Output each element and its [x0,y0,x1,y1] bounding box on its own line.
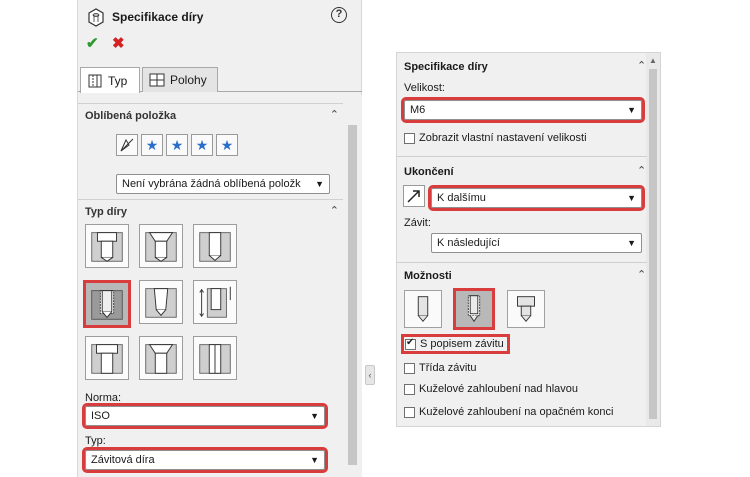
cosmetic-thread-icon[interactable] [453,288,495,330]
save-favorite-icon[interactable]: ★ [191,134,213,156]
property-manager-header: Specifikace díry [86,6,203,28]
near-side-countersink-label: Kuželové zahloubení nad hlavou [419,383,579,395]
far-side-countersink-checkbox-row[interactable]: Kuželové zahloubení na opačném konci [404,406,613,418]
favorite-select-value: Není vybrána žádná oblíbená položk [122,178,301,190]
hole-icon[interactable] [193,224,237,268]
far-side-countersink-checkbox[interactable] [404,406,415,418]
hole-wizard-property-manager: Specifikace díry ? ✔ ✖ Typ Polohy Oblíbe… [77,0,362,477]
favorites-section: Oblíbená položka ⌃ ★ ★ ★ ★ Není vybrána … [78,103,343,198]
hole-type-section: Typ díry ⌃ Norma: ISO ▼ Typ: Závitová dí… [78,199,343,477]
favorites-toolbar: ★ ★ ★ ★ [116,134,238,156]
favorite-select[interactable]: Není vybrána žádná oblíbená položk ▼ [116,174,330,194]
counterbore-icon[interactable] [85,224,129,268]
add-favorite-icon[interactable]: ★ [141,134,163,156]
end-condition-select[interactable]: K dalšímu ▼ [428,185,645,211]
countersink-icon[interactable] [139,224,183,268]
thread-class-checkbox-row[interactable]: Třída závitu [404,362,476,374]
type-select-value: Závitová díra [91,454,155,466]
positions-tab-icon [149,73,165,87]
end-condition-title: Ukončení [404,166,454,178]
countersink-slot-icon[interactable] [139,336,183,380]
thread-select-value: K následující [437,237,500,249]
custom-size-label: Zobrazit vlastní nastavení velikosti [419,132,587,144]
property-manager-body: Oblíbená položka ⌃ ★ ★ ★ ★ Není vybrána … [78,95,343,477]
load-favorite-icon[interactable]: ★ [216,134,238,156]
hole-specification-panel: ▲ Specifikace díry ⌃ Velikost: M6 ▼ Zobr… [396,52,661,427]
tab-type-label: Typ [108,73,128,88]
ok-button[interactable]: ✔ [86,34,99,52]
remove-thread-icon[interactable] [507,290,545,328]
straight-tap-icon[interactable] [83,280,131,328]
standard-select-value: ISO [91,410,110,422]
chevron-up-icon[interactable]: ⌃ [637,164,646,177]
section-divider [397,156,647,157]
thread-class-checkbox[interactable] [404,362,415,374]
favorite-none-icon[interactable] [116,134,138,156]
chevron-up-icon[interactable]: ⌃ [330,108,339,121]
hole-wizard-icon [88,8,104,27]
chevron-up-icon[interactable]: ⌃ [330,204,339,217]
cosmetic-thread-checkbox-row[interactable]: S popisem závitu [401,334,510,354]
options-title: Možnosti [404,270,452,282]
end-condition-select-value: K dalšímu [437,192,486,204]
property-manager-title: Specifikace díry [112,10,204,24]
dropdown-arrow-icon: ▼ [627,238,636,248]
right-scrollbar[interactable]: ▲ [646,53,660,426]
cancel-button[interactable]: ✖ [112,34,125,52]
tab-bar: Typ Polohy [78,65,362,93]
slot-icon[interactable] [193,336,237,380]
chevron-up-icon[interactable]: ⌃ [637,59,646,72]
section-divider [397,262,647,263]
panel-collapse-handle[interactable]: ‹ [365,365,375,385]
scrollbar-thumb[interactable] [348,125,357,465]
reverse-direction-icon[interactable] [403,185,425,207]
hole-type-title: Typ díry [85,206,127,218]
cosmetic-thread-label: S popisem závitu [420,338,504,350]
favorites-title: Oblíbená položka [85,110,177,122]
standard-label: Norma: [85,392,122,404]
scrollbar-thumb[interactable] [649,69,657,419]
dropdown-arrow-icon: ▼ [315,179,324,189]
hole-spec-title: Specifikace díry [404,61,488,73]
legacy-hole-icon[interactable] [193,280,237,324]
standard-select[interactable]: ISO ▼ [82,403,328,429]
near-side-countersink-checkbox[interactable] [404,383,415,395]
type-label: Typ: [85,435,106,447]
cosmetic-thread-checkbox[interactable] [405,337,416,350]
type-select[interactable]: Závitová díra ▼ [82,447,328,473]
dropdown-arrow-icon: ▼ [627,193,636,203]
tab-type[interactable]: Typ [80,67,140,93]
dropdown-arrow-icon: ▼ [627,105,636,115]
remove-favorite-icon[interactable]: ★ [166,134,188,156]
tab-positions-label: Polohy [170,73,207,87]
size-select-value: M6 [410,104,426,116]
counterbore-slot-icon[interactable] [85,336,129,380]
custom-size-checkbox-row[interactable]: Zobrazit vlastní nastavení velikosti [404,132,587,144]
dropdown-arrow-icon: ▼ [310,411,319,421]
thread-select[interactable]: K následující ▼ [431,233,642,253]
dropdown-arrow-icon: ▼ [310,455,319,465]
size-label: Velikost: [404,82,445,94]
scroll-up-icon[interactable]: ▲ [649,56,657,65]
thread-class-label: Třída závitu [419,362,477,374]
chevron-up-icon[interactable]: ⌃ [637,268,646,281]
custom-size-checkbox[interactable] [404,132,415,144]
tab-positions[interactable]: Polohy [142,67,218,92]
far-side-countersink-label: Kuželové zahloubení na opačném konci [419,406,614,418]
tapered-tap-icon[interactable] [139,280,183,324]
thread-label: Závit: [404,217,431,229]
near-side-countersink-checkbox-row[interactable]: Kuželové zahloubení nad hlavou [404,383,578,395]
left-scrollbar[interactable] [344,95,362,477]
no-thread-icon[interactable] [404,290,442,328]
help-icon[interactable]: ? [331,7,347,23]
type-tab-icon [88,74,102,87]
size-select[interactable]: M6 ▼ [401,97,645,123]
